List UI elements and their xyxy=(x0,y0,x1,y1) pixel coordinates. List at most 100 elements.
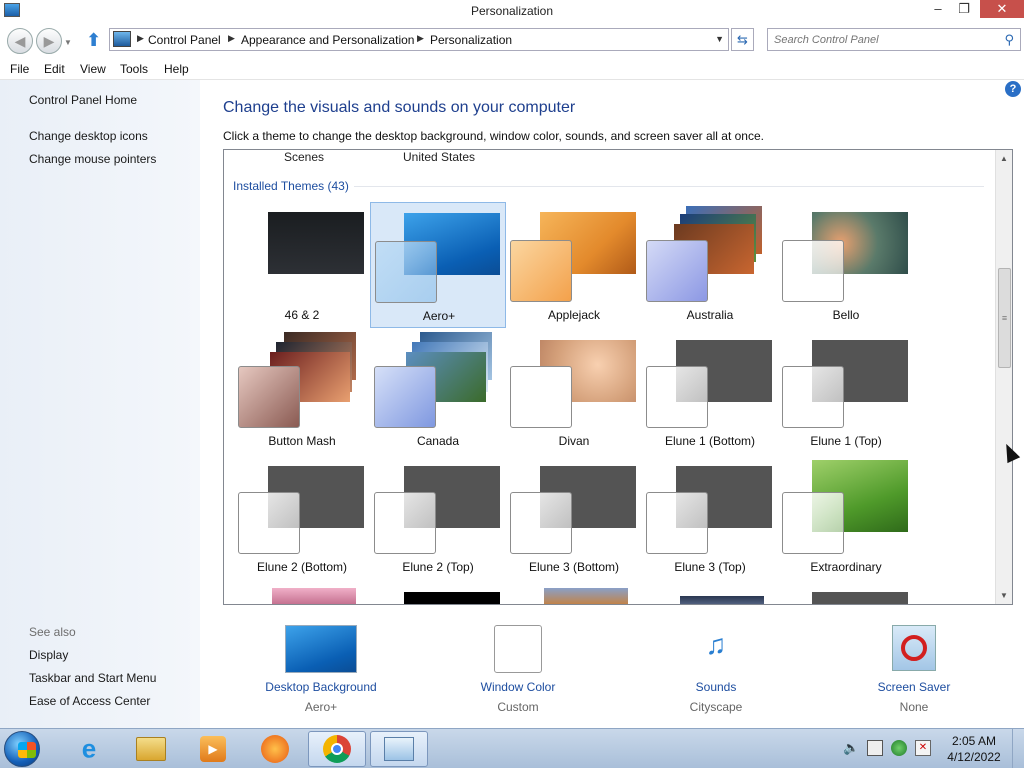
window-title: Personalization xyxy=(470,4,554,18)
taskbar-file-explorer[interactable] xyxy=(122,731,180,767)
main-content: ? Change the visuals and sounds on your … xyxy=(200,80,1024,728)
close-button[interactable]: ✕ xyxy=(980,0,1024,18)
theme-button-mash[interactable]: Button Mash xyxy=(234,328,370,454)
menu-tools[interactable]: Tools xyxy=(120,62,148,76)
desktop-background-icon xyxy=(285,625,357,673)
help-icon[interactable]: ? xyxy=(1005,81,1021,97)
breadcrumb-appearance[interactable]: Appearance and Personalization xyxy=(241,33,414,47)
back-button[interactable]: ◀ xyxy=(7,28,33,54)
display-link[interactable]: Display xyxy=(29,648,68,662)
theme-label-united-states[interactable]: United States xyxy=(403,150,475,164)
change-mouse-pointers-link[interactable]: Change mouse pointers xyxy=(29,152,156,166)
theme-aero-plus[interactable]: Aero+ xyxy=(370,202,506,328)
theme-label-scenes[interactable]: Scenes xyxy=(284,150,324,164)
chevron-right-icon[interactable]: ▶ xyxy=(228,33,235,44)
volume-muted-icon[interactable]: 🔈 xyxy=(843,740,859,756)
theme-elune-3-bottom[interactable]: Elune 3 (Bottom) xyxy=(506,454,642,580)
breadcrumb-personalization[interactable]: Personalization xyxy=(430,33,512,47)
search-icon[interactable]: ⚲ xyxy=(1004,32,1014,48)
theme-extraordinary[interactable]: Extraordinary xyxy=(778,454,914,580)
theme-background-preview[interactable] xyxy=(544,588,628,604)
theme-list[interactable]: Scenes United States Installed Themes (4… xyxy=(223,149,1013,605)
system-clock[interactable]: 2:05 AM 4/12/2022 xyxy=(944,733,1004,765)
restore-button[interactable]: ❐ xyxy=(952,0,976,18)
theme-divan[interactable]: Divan xyxy=(506,328,642,454)
minimize-button[interactable]: ‒ xyxy=(926,0,950,18)
desktop-background-link[interactable]: Desktop Background xyxy=(241,680,401,694)
menu-edit[interactable]: Edit xyxy=(44,62,65,76)
theme-background-preview[interactable] xyxy=(680,596,764,604)
theme-elune-2-top[interactable]: Elune 2 (Top) xyxy=(370,454,506,580)
theme-background-preview[interactable] xyxy=(812,592,908,604)
taskbar-internet-explorer[interactable]: e xyxy=(60,731,118,767)
scroll-down-button[interactable]: ▼ xyxy=(996,587,1012,604)
window-color-swatch xyxy=(510,366,572,428)
security-icon[interactable] xyxy=(891,740,907,756)
taskbar-control-panel[interactable] xyxy=(370,731,428,767)
show-desktop-button[interactable] xyxy=(1012,729,1024,768)
window-color-swatch xyxy=(782,492,844,554)
theme-applejack[interactable]: Applejack xyxy=(506,202,642,328)
clock-date: 4/12/2022 xyxy=(947,750,1001,764)
theme-46-and-2[interactable]: 46 & 2 xyxy=(234,202,370,328)
refresh-icon: ⇆ xyxy=(737,32,748,47)
scroll-thumb[interactable]: ≡ xyxy=(998,268,1011,368)
search-box[interactable]: ⚲ xyxy=(767,28,1021,51)
navigation-bar: ◀ ▶ ▼ ⬆ ▶ Control Panel ▶ Appearance and… xyxy=(0,24,1024,56)
refresh-button[interactable]: ⇆ xyxy=(731,28,754,51)
window-color-option[interactable]: Window Color Custom xyxy=(438,625,598,725)
chevron-right-icon[interactable]: ▶ xyxy=(137,33,144,44)
theme-label: Button Mash xyxy=(268,434,336,448)
title-bar: Personalization ‒ ❐ ✕ xyxy=(0,0,1024,22)
recent-pages-dropdown[interactable]: ▼ xyxy=(64,38,72,47)
theme-elune-2-bottom[interactable]: Elune 2 (Bottom) xyxy=(234,454,370,580)
control-panel-home-link[interactable]: Control Panel Home xyxy=(29,93,137,107)
theme-label: Elune 1 (Bottom) xyxy=(664,434,756,448)
theme-canada[interactable]: Canada xyxy=(370,328,506,454)
change-desktop-icons-link[interactable]: Change desktop icons xyxy=(29,129,148,143)
taskbar-chrome[interactable] xyxy=(308,731,366,767)
theme-australia[interactable]: Australia xyxy=(642,202,778,328)
ease-of-access-link[interactable]: Ease of Access Center xyxy=(29,694,150,708)
theme-label: Elune 2 (Bottom) xyxy=(256,560,348,574)
desktop-background-option[interactable]: Desktop Background Aero+ xyxy=(241,625,401,725)
screen-saver-link[interactable]: Screen Saver xyxy=(834,680,994,694)
address-bar[interactable]: ▶ Control Panel ▶ Appearance and Persona… xyxy=(109,28,729,51)
up-button[interactable]: ⬆ xyxy=(86,30,104,50)
window-color-icon xyxy=(494,625,542,673)
menu-file[interactable]: File xyxy=(10,62,29,76)
action-center-icon[interactable]: ✕ xyxy=(915,740,931,756)
theme-background-preview[interactable] xyxy=(404,592,500,604)
sounds-link[interactable]: Sounds xyxy=(636,680,796,694)
vertical-scrollbar[interactable]: ▲ ≡ ▼ xyxy=(995,150,1012,604)
search-input[interactable] xyxy=(774,32,994,48)
start-button[interactable] xyxy=(4,731,40,767)
window-color-swatch xyxy=(238,492,300,554)
window-color-swatch xyxy=(646,240,708,302)
taskbar-app[interactable] xyxy=(246,731,304,767)
theme-elune-3-top[interactable]: Elune 3 (Top) xyxy=(642,454,778,580)
taskbar-media-player[interactable]: ▶ xyxy=(184,731,242,767)
window-color-swatch xyxy=(782,240,844,302)
window-color-swatch xyxy=(510,492,572,554)
chevron-right-icon[interactable]: ▶ xyxy=(417,33,424,44)
theme-elune-1-bottom[interactable]: Elune 1 (Bottom) xyxy=(642,328,778,454)
scroll-up-button[interactable]: ▲ xyxy=(996,150,1012,167)
page-title: Change the visuals and sounds on your co… xyxy=(223,99,576,116)
taskbar-start-menu-link[interactable]: Taskbar and Start Menu xyxy=(29,671,156,685)
window-color-link[interactable]: Window Color xyxy=(438,680,598,694)
sounds-option[interactable]: ♫ Sounds Cityscape xyxy=(636,625,796,725)
breadcrumb-control-panel[interactable]: Control Panel xyxy=(148,33,221,47)
theme-background-preview[interactable] xyxy=(272,588,356,604)
theme-background-preview xyxy=(268,212,364,274)
theme-label: Elune 2 (Top) xyxy=(402,560,474,574)
forward-button[interactable]: ▶ xyxy=(36,28,62,54)
network-icon[interactable] xyxy=(867,740,883,756)
theme-label: Divan xyxy=(558,434,590,448)
chevron-down-icon[interactable]: ▼ xyxy=(715,34,724,44)
menu-view[interactable]: View xyxy=(80,62,106,76)
menu-help[interactable]: Help xyxy=(164,62,189,76)
screen-saver-option[interactable]: Screen Saver None xyxy=(834,625,994,725)
theme-elune-1-top[interactable]: Elune 1 (Top) xyxy=(778,328,914,454)
theme-bello[interactable]: Bello xyxy=(778,202,914,328)
